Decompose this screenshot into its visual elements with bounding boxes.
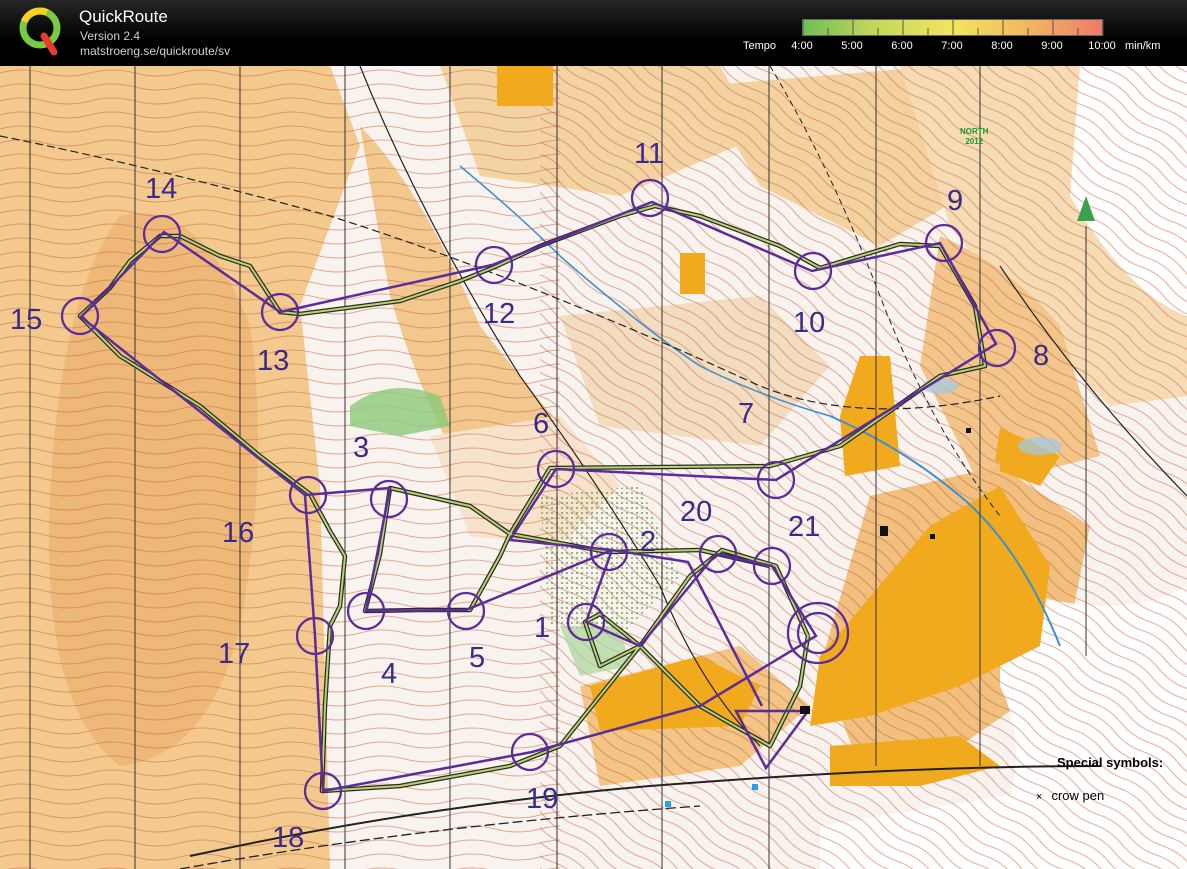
control-number-15: 15 — [10, 304, 43, 336]
control-number-16: 16 — [222, 517, 255, 549]
pace-gradient-ticks — [803, 20, 1104, 35]
control-number-1: 1 — [534, 612, 551, 644]
north-label: NORTH 2012 — [960, 127, 988, 147]
special-symbol-item: × crow pen — [1036, 788, 1104, 803]
pace-tick-6: 6:00 — [891, 40, 913, 52]
pace-tick-8: 8:00 — [991, 40, 1013, 52]
pace-tick-9: 9:00 — [1041, 40, 1063, 52]
pace-gradient-bar — [802, 19, 1104, 36]
app-header: QuickRoute Version 2.4 matstroeng.se/qui… — [0, 0, 1187, 66]
control-number-20: 20 — [680, 496, 713, 528]
map-canvas[interactable] — [0, 66, 1187, 869]
control-number-8: 8 — [1033, 340, 1050, 372]
control-number-19: 19 — [526, 783, 559, 815]
crow-pen-icon: × — [1036, 791, 1043, 803]
orienteering-map[interactable]: 1 2 3 4 5 6 7 8 9 10 11 12 13 14 15 16 1… — [0, 66, 1187, 869]
quickroute-logo-icon — [19, 7, 61, 56]
special-symbol-label: crow pen — [1051, 788, 1105, 803]
north-label-text: NORTH — [960, 127, 989, 136]
pace-tick-5: 5:00 — [841, 40, 863, 52]
control-number-7: 7 — [738, 398, 755, 430]
app-title: QuickRoute — [79, 7, 168, 26]
control-number-17: 17 — [218, 638, 251, 670]
north-label-year: 2012 — [965, 137, 984, 146]
control-number-3: 3 — [353, 432, 370, 464]
control-number-12: 12 — [483, 298, 516, 330]
control-number-21: 21 — [788, 511, 821, 543]
pace-tick-7: 7:00 — [941, 40, 963, 52]
control-number-10: 10 — [793, 307, 826, 339]
control-number-2: 2 — [640, 526, 657, 558]
control-number-4: 4 — [381, 658, 398, 690]
pace-legend-unit: min/km — [1125, 40, 1161, 52]
contour-lines — [0, 66, 560, 869]
control-number-9: 9 — [947, 185, 964, 217]
control-number-6: 6 — [533, 408, 550, 440]
control-number-5: 5 — [469, 642, 486, 674]
pace-tick-4: 4:00 — [791, 40, 813, 52]
app-url[interactable]: matstroeng.se/quickroute/sv — [80, 44, 230, 58]
special-symbols-heading: Special symbols: — [1057, 755, 1164, 770]
quickroute-window: QuickRoute Version 2.4 matstroeng.se/qui… — [0, 0, 1187, 869]
control-number-14: 14 — [145, 173, 178, 205]
pace-legend-label: Tempo — [743, 40, 777, 52]
pace-tick-10: 10:00 — [1088, 40, 1116, 52]
app-version: Version 2.4 — [80, 29, 141, 43]
control-number-13: 13 — [257, 345, 290, 377]
control-number-11: 11 — [634, 138, 665, 170]
control-number-18: 18 — [272, 822, 305, 854]
